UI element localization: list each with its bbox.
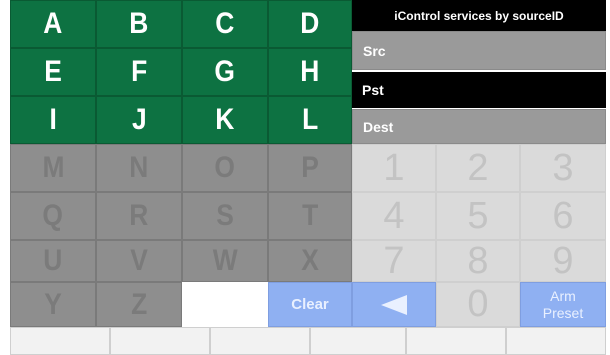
key-label: 2 bbox=[467, 146, 489, 189]
key-o[interactable]: O bbox=[182, 144, 268, 192]
key-label: N bbox=[129, 151, 149, 184]
key-label: X bbox=[301, 244, 319, 277]
key-j[interactable]: J bbox=[96, 96, 182, 144]
key-label: 3 bbox=[552, 146, 574, 189]
key-label: O bbox=[214, 151, 236, 184]
key-c[interactable]: C bbox=[182, 0, 268, 48]
key-x[interactable]: X bbox=[268, 240, 352, 282]
clear-button[interactable]: Clear bbox=[268, 282, 352, 327]
key-label: 1 bbox=[383, 146, 405, 189]
key-label: C bbox=[215, 7, 235, 40]
key-label: 4 bbox=[383, 194, 405, 237]
key-6[interactable]: 6 bbox=[520, 192, 606, 240]
key-l[interactable]: L bbox=[268, 96, 352, 144]
key-w[interactable]: W bbox=[182, 240, 268, 282]
key-label: M bbox=[42, 151, 64, 184]
bottom-slot[interactable] bbox=[506, 327, 606, 355]
key-4[interactable]: 4 bbox=[352, 192, 436, 240]
key-g[interactable]: G bbox=[182, 48, 268, 96]
key-5[interactable]: 5 bbox=[436, 192, 520, 240]
key-u[interactable]: U bbox=[10, 240, 96, 282]
key-label: R bbox=[129, 199, 149, 232]
key-label: 6 bbox=[552, 194, 574, 237]
key-label: Y bbox=[44, 287, 62, 321]
key-a[interactable]: A bbox=[10, 0, 96, 48]
key-q[interactable]: Q bbox=[10, 192, 96, 240]
key-2[interactable]: 2 bbox=[436, 144, 520, 192]
key-f[interactable]: F bbox=[96, 48, 182, 96]
key-label: 0 bbox=[467, 283, 489, 325]
key-label: D bbox=[300, 7, 320, 40]
key-7[interactable]: 7 bbox=[352, 240, 436, 282]
src-label: Src bbox=[363, 42, 386, 59]
key-v[interactable]: V bbox=[96, 240, 182, 282]
key-label: G bbox=[214, 55, 236, 88]
key-label: 8 bbox=[467, 239, 489, 282]
key-label: U bbox=[43, 244, 63, 277]
key-e[interactable]: E bbox=[10, 48, 96, 96]
bottom-slot[interactable] bbox=[406, 327, 506, 355]
key-8[interactable]: 8 bbox=[436, 240, 520, 282]
arm-preset-label: Arm Preset bbox=[542, 287, 584, 321]
key-label: B bbox=[129, 7, 149, 40]
pst-label: Pst bbox=[362, 82, 384, 98]
key-k[interactable]: K bbox=[182, 96, 268, 144]
key-label: P bbox=[301, 151, 319, 184]
key-label: H bbox=[300, 55, 320, 88]
key-label: 7 bbox=[383, 239, 405, 282]
bottom-slot[interactable] bbox=[310, 327, 406, 355]
key-label: A bbox=[43, 7, 63, 40]
key-h[interactable]: H bbox=[268, 48, 352, 96]
key-label: V bbox=[130, 244, 148, 277]
page-title: iControl services by sourceID bbox=[352, 0, 606, 31]
key-label: S bbox=[216, 199, 234, 232]
key-m[interactable]: M bbox=[10, 144, 96, 192]
key-label: J bbox=[131, 103, 147, 136]
key-r[interactable]: R bbox=[96, 192, 182, 240]
key-0[interactable]: 0 bbox=[436, 282, 520, 327]
keypad-panel: A B C D E F G H I J K L M N O P Q R S T … bbox=[10, 0, 606, 355]
left-arrow-icon bbox=[381, 294, 407, 315]
key-label: I bbox=[49, 103, 57, 136]
bottom-slot[interactable] bbox=[110, 327, 210, 355]
key-label: E bbox=[44, 55, 62, 88]
key-9[interactable]: 9 bbox=[520, 240, 606, 282]
key-t[interactable]: T bbox=[268, 192, 352, 240]
key-label: T bbox=[301, 199, 319, 232]
key-label: Z bbox=[130, 287, 148, 321]
key-label: 5 bbox=[467, 194, 489, 237]
pst-field[interactable]: Pst bbox=[352, 72, 606, 108]
key-label: F bbox=[130, 55, 148, 88]
dest-label: Dest bbox=[363, 118, 394, 135]
key-label: K bbox=[215, 103, 235, 136]
key-y[interactable]: Y bbox=[10, 282, 96, 327]
header-title: iControl services by sourceID bbox=[394, 8, 564, 23]
bottom-slot[interactable] bbox=[10, 327, 110, 355]
key-p[interactable]: P bbox=[268, 144, 352, 192]
key-b[interactable]: B bbox=[96, 0, 182, 48]
key-3[interactable]: 3 bbox=[520, 144, 606, 192]
key-z[interactable]: Z bbox=[96, 282, 182, 327]
key-n[interactable]: N bbox=[96, 144, 182, 192]
key-i[interactable]: I bbox=[10, 96, 96, 144]
key-label: Q bbox=[42, 199, 64, 232]
key-d[interactable]: D bbox=[268, 0, 352, 48]
key-label: 9 bbox=[552, 239, 574, 282]
backspace-button[interactable] bbox=[352, 282, 436, 327]
src-field[interactable]: Src bbox=[352, 31, 606, 70]
key-s[interactable]: S bbox=[182, 192, 268, 240]
bottom-slot[interactable] bbox=[210, 327, 310, 355]
key-label: W bbox=[212, 244, 238, 277]
arm-preset-button[interactable]: Arm Preset bbox=[520, 282, 606, 327]
key-1[interactable]: 1 bbox=[352, 144, 436, 192]
dest-field[interactable]: Dest bbox=[352, 109, 606, 144]
key-label: L bbox=[301, 103, 319, 136]
clear-label: Clear bbox=[291, 296, 329, 313]
